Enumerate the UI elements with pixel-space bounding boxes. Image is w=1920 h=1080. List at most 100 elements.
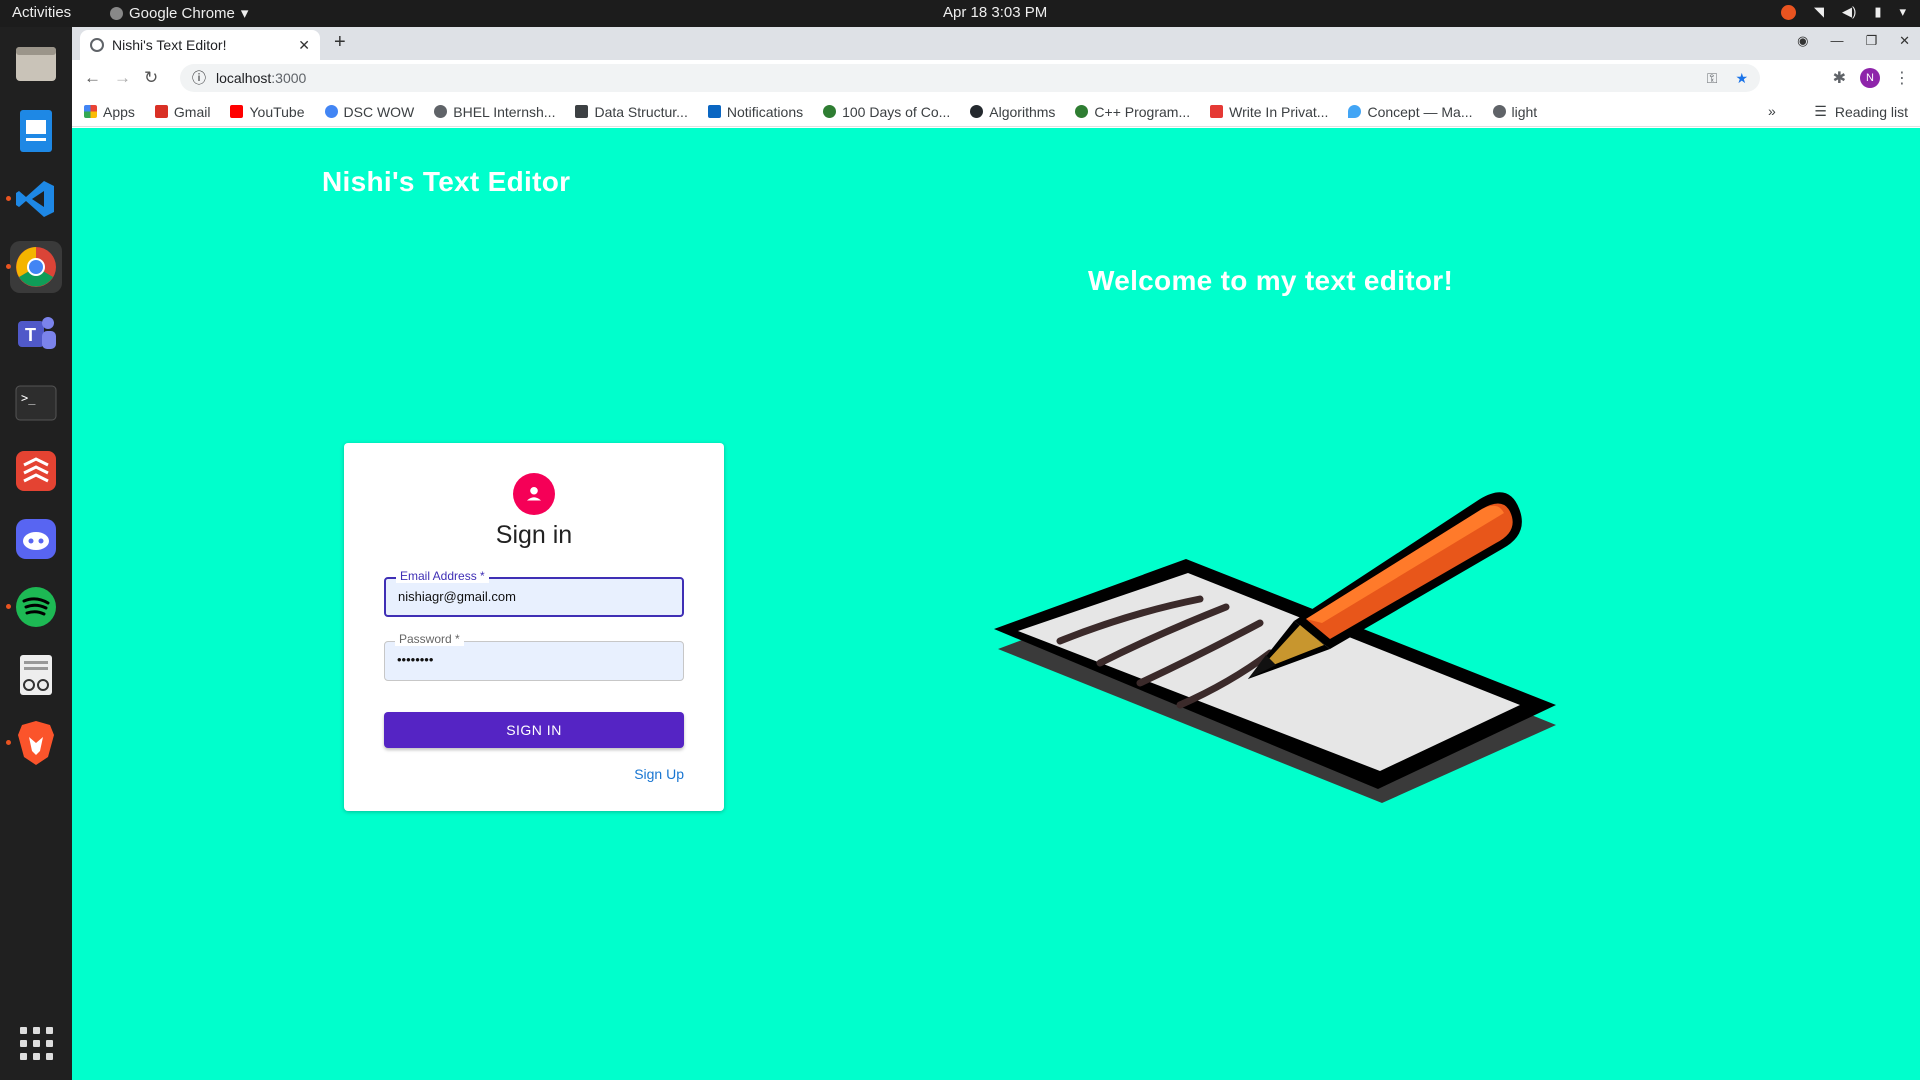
tab-title: Nishi's Text Editor!: [112, 37, 227, 53]
browser-toolbar: ← → ↻ ⓘ localhost:3000 ⚿ ★ ✱ N ⋮: [72, 60, 1920, 97]
bookmark-apps[interactable]: Apps: [84, 104, 135, 120]
address-bar[interactable]: ⓘ localhost:3000 ⚿ ★: [180, 64, 1760, 92]
more-bookmarks-icon[interactable]: »: [1768, 103, 1776, 119]
dsc-icon: [324, 105, 338, 118]
bookmark-label: Algorithms: [989, 103, 1056, 120]
globe-icon: [1492, 105, 1506, 118]
system-top-bar: Activities Google Chrome ▾ Apr 18 3:03 P…: [0, 0, 1920, 27]
profile-avatar[interactable]: N: [1860, 68, 1880, 88]
info-icon[interactable]: ⓘ: [192, 68, 206, 88]
bookmark-cpp[interactable]: C++ Program...: [1075, 104, 1190, 120]
bookmark-algorithms[interactable]: Algorithms: [970, 104, 1055, 120]
chrome-dock-icon[interactable]: [6, 241, 62, 293]
bookmark-youtube[interactable]: YouTube: [230, 103, 305, 120]
svg-text:>_: >_: [21, 391, 36, 405]
linkedin-icon: [707, 105, 721, 118]
writer-dock-icon[interactable]: [10, 105, 62, 157]
reading-list-icon: ☰: [1814, 103, 1827, 119]
signup-link[interactable]: Sign Up: [634, 766, 684, 782]
bookmark-label: light: [1511, 103, 1538, 120]
vscode-dock-icon[interactable]: [6, 173, 62, 225]
bookmark-gmail[interactable]: Gmail: [154, 103, 211, 120]
infinity-icon: [823, 105, 837, 118]
new-tab-icon[interactable]: +: [334, 31, 346, 54]
clock[interactable]: Apr 18 3:03 PM: [943, 4, 1047, 21]
bookmark-write-in-private[interactable]: Write In Privat...: [1210, 104, 1328, 120]
tab-active[interactable]: Nishi's Text Editor! ✕: [80, 30, 320, 60]
toolbar-right: ✱ N ⋮: [1833, 68, 1910, 88]
bookmark-light[interactable]: light: [1492, 103, 1538, 120]
files-dock-icon[interactable]: [10, 37, 62, 89]
terminal-dock-icon[interactable]: >_: [10, 377, 62, 429]
activities-button[interactable]: Activities: [12, 4, 71, 21]
running-indicator: [6, 604, 11, 609]
github-icon: [970, 105, 984, 118]
update-icon[interactable]: [1780, 4, 1796, 20]
bookmark-label: Data Structur...: [594, 103, 688, 120]
url-port: :3000: [271, 70, 307, 86]
todoist-dock-icon[interactable]: [10, 445, 62, 497]
email-input[interactable]: [398, 589, 674, 604]
close-tab-icon[interactable]: ✕: [298, 37, 310, 54]
paper-pencil-illustration: [990, 473, 1580, 818]
browser-window: Nishi's Text Editor! ✕ + ◉ — ❐ ✕ ← → ↻ ⓘ…: [72, 27, 1920, 1080]
bookmarks-bar: Apps Gmail YouTube DSC WOW BHEL Internsh…: [72, 97, 1920, 127]
show-applications-icon[interactable]: [20, 1027, 53, 1060]
password-field: Password *: [384, 632, 684, 681]
drop-icon: [1348, 105, 1362, 118]
bookmark-label: Apps: [103, 103, 135, 120]
tab-strip: Nishi's Text Editor! ✕ + ◉ — ❐ ✕: [72, 27, 1920, 60]
back-icon[interactable]: ←: [84, 68, 101, 88]
bookmark-data-structures[interactable]: Data Structur...: [575, 103, 688, 120]
dock: T >_: [0, 27, 72, 1080]
signin-title: Sign in: [495, 521, 573, 549]
bookmark-concept[interactable]: Concept — Ma...: [1348, 104, 1473, 120]
bookmark-star-icon[interactable]: ★: [1735, 70, 1748, 87]
reading-list-button[interactable]: ☰ Reading list: [1814, 103, 1908, 120]
bookmark-label: Notifications: [726, 103, 804, 120]
app-menu[interactable]: Google Chrome ▾: [110, 4, 248, 22]
forward-icon[interactable]: →: [114, 68, 131, 88]
app-brand-title: Nishi's Text Editor: [322, 166, 571, 197]
signin-button[interactable]: SIGN IN: [384, 712, 684, 748]
extensions-icon[interactable]: ✱: [1833, 68, 1846, 88]
discord-dock-icon[interactable]: [10, 513, 62, 565]
system-menu-caret-icon[interactable]: ▾: [1899, 4, 1906, 20]
apps-grid-icon: [84, 105, 97, 118]
bookmark-notifications[interactable]: Notifications: [707, 103, 804, 120]
password-input[interactable]: [397, 652, 673, 667]
battery-icon: ▮: [1874, 4, 1882, 19]
globe-icon: [434, 105, 448, 118]
bookmark-100-days[interactable]: 100 Days of Co...: [823, 104, 950, 120]
restore-icon[interactable]: ❐: [1865, 33, 1877, 49]
menu-kebab-icon[interactable]: ⋮: [1894, 68, 1910, 88]
bookmark-label: C++ Program...: [1094, 103, 1191, 120]
system-tray[interactable]: ◥ ◀) ▮ ▾: [1780, 4, 1906, 20]
minimize-icon[interactable]: —: [1830, 33, 1843, 49]
close-window-icon[interactable]: ✕: [1899, 33, 1910, 49]
tab-search-icon[interactable]: ◉: [1797, 33, 1808, 49]
app-menu-label: Google Chrome: [129, 4, 235, 22]
running-indicator: [6, 264, 11, 269]
key-icon[interactable]: ⚿: [1707, 70, 1718, 87]
email-field: Email Address *: [384, 569, 684, 617]
window-controls: ◉ — ❐ ✕: [1797, 33, 1910, 49]
brave-dock-icon[interactable]: [6, 717, 62, 769]
p-icon: [1210, 105, 1224, 118]
reload-icon[interactable]: ↻: [144, 68, 158, 88]
bookmark-label: Gmail: [173, 103, 211, 120]
running-indicator: [6, 740, 11, 745]
reading-list-label: Reading list: [1834, 103, 1908, 120]
spotify-dock-icon[interactable]: [6, 581, 62, 633]
bookmark-label: YouTube: [249, 103, 305, 120]
bookmark-dsc-wow[interactable]: DSC WOW: [324, 104, 414, 120]
password-label: Password *: [395, 632, 464, 646]
bookmark-label: Write In Privat...: [1229, 103, 1329, 120]
reader-dock-icon[interactable]: [10, 649, 62, 701]
welcome-heading: Welcome to my text editor!: [1088, 265, 1454, 296]
running-indicator: [6, 196, 11, 201]
codechef-icon: [575, 105, 589, 118]
youtube-icon: [230, 105, 244, 118]
bookmark-bhel[interactable]: BHEL Internsh...: [434, 104, 555, 120]
teams-dock-icon[interactable]: T: [10, 309, 62, 361]
